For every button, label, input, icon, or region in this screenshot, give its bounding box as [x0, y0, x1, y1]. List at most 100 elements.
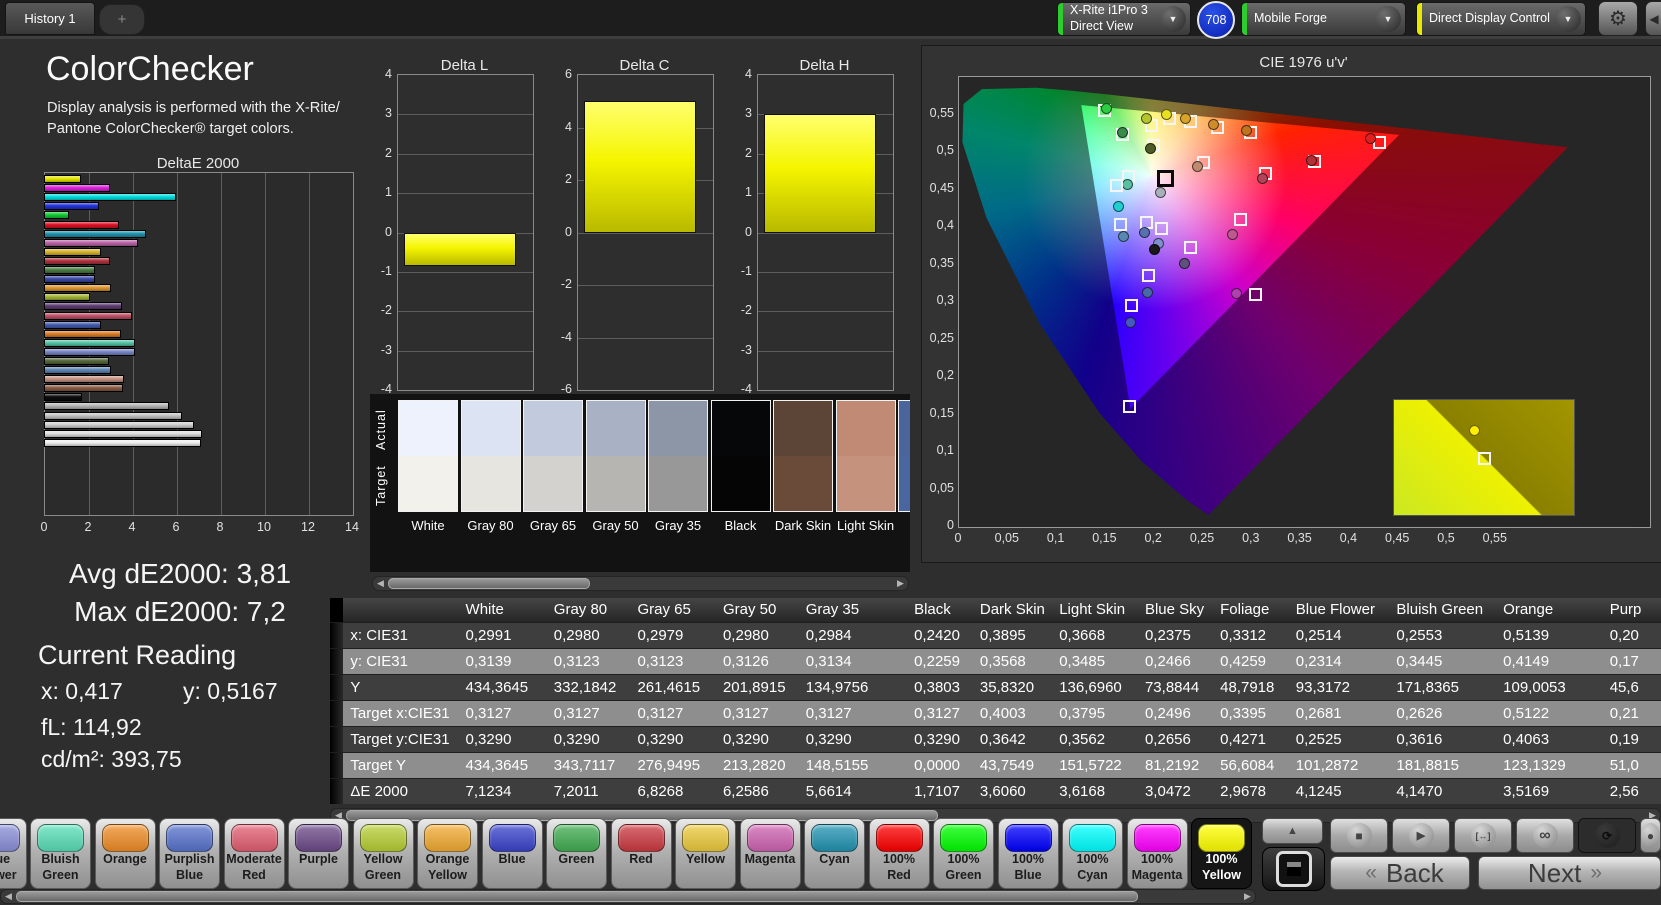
patch-button-blue-flower[interactable]: Blue Flower — [0, 818, 27, 889]
axis-tick-label: 2 — [84, 520, 92, 534]
sync-button[interactable]: ⟳ — [1578, 818, 1636, 853]
table-cell: 0,3445 — [1389, 648, 1497, 675]
scroll-left-icon[interactable]: ◀ — [1, 891, 16, 902]
patch-button-red[interactable]: Red — [610, 818, 672, 889]
table-cell: 0,3803 — [907, 674, 973, 701]
avg-de2000-value: 3,81 — [236, 558, 292, 589]
table-cell: 0,2991 — [458, 622, 547, 649]
table-cell: 7,1234 — [458, 778, 547, 804]
patch-button-moderate-red[interactable]: Moderate Red — [223, 818, 285, 889]
infinity-button[interactable]: ∞ — [1516, 818, 1574, 853]
table-cell: 109,0053 — [1496, 674, 1603, 701]
axis-tick-label: 3 — [745, 106, 752, 121]
swatch-gray-35[interactable] — [648, 400, 708, 512]
next-button[interactable]: Next » — [1478, 856, 1661, 890]
source-dropdown[interactable]: Mobile Forge ▼ — [1241, 2, 1406, 36]
table-cell: 0,3123 — [630, 648, 716, 675]
measurement-table: White Gray 80 Gray 65 Gray 50 Gray 35 Black Da… — [330, 598, 1661, 804]
gridline — [398, 350, 533, 352]
patch-button-yellow-green[interactable]: Yellow Green — [352, 818, 414, 889]
axis-tick-label: -2 — [560, 277, 572, 291]
reading-y: y: 0,5167 — [183, 678, 278, 704]
patch-row-scrollbar[interactable]: ◀ ▶ — [0, 889, 1256, 904]
patch-button-cyan[interactable]: Cyan — [804, 818, 865, 889]
ab-repeat-button[interactable]: [↔] — [1454, 818, 1512, 853]
patch-button-orange-yellow[interactable]: Orange Yellow — [417, 818, 478, 889]
collapse-panel-button[interactable]: ◀ — [1645, 1, 1661, 36]
axis-tick-label: 14 — [345, 520, 359, 534]
table-cell: 0,2980 — [715, 622, 799, 649]
patch-button-100pct-yellow[interactable]: 100% Yellow — [1191, 818, 1252, 889]
patch-button-purple[interactable]: Purple — [288, 818, 349, 889]
patch-button-label: 100% Magenta — [1131, 852, 1183, 882]
deltae-bar — [44, 375, 124, 384]
swatch-dark-skin[interactable] — [773, 400, 833, 512]
swatch-blue[interactable] — [898, 400, 910, 512]
scroll-right-icon[interactable]: ▶ — [893, 578, 908, 589]
table-cell: 0,3668 — [1052, 622, 1138, 649]
swatch-actual — [774, 401, 832, 456]
scrollbar-thumb[interactable] — [388, 578, 590, 589]
patch-button-blue[interactable]: Blue — [481, 818, 543, 889]
scrollbar-thumb[interactable] — [16, 891, 1138, 902]
add-tab-button[interactable]: + — [99, 4, 145, 35]
patch-button-green[interactable]: Green — [546, 818, 607, 889]
collapse-strip-button[interactable]: ▲ — [1262, 818, 1323, 844]
swatch-gray-50[interactable] — [585, 400, 646, 512]
deltae-bar — [44, 175, 82, 184]
table-cell: 0,5122 — [1496, 700, 1603, 727]
tab-history-1[interactable]: History 1 — [5, 2, 95, 35]
patch-button-purplish-blue[interactable]: Purplish Blue — [159, 818, 220, 889]
patch-button-yellow[interactable]: Yellow — [675, 818, 736, 889]
table-row: Target x:CIE31 0,3127 0,3127 0,3127 0,3127 0,… — [330, 700, 1661, 727]
play-button[interactable]: ▶ — [1392, 818, 1450, 853]
deltae-bar — [44, 393, 82, 402]
patch-button-orange[interactable]: Orange — [94, 818, 156, 889]
axis-tick-label: 0,1 — [1046, 531, 1065, 545]
table-cell: 201,8915 — [715, 674, 799, 701]
chevrons-right-icon: » — [1590, 861, 1603, 884]
swatch-white[interactable] — [398, 400, 458, 512]
scroll-right-icon[interactable]: ▶ — [1240, 891, 1255, 902]
patch-button-100pct-blue[interactable]: 100% Blue — [997, 818, 1059, 889]
patch-button-magenta[interactable]: Magenta — [739, 818, 801, 889]
swatch-light-skin[interactable] — [835, 400, 896, 512]
table-cell: 0,4271 — [1213, 726, 1289, 753]
record-button[interactable]: ● — [1640, 818, 1661, 853]
gear-icon[interactable]: ⚙ — [1598, 1, 1638, 36]
swatch-black[interactable] — [710, 400, 771, 512]
patch-button-label: Purplish Blue — [164, 852, 215, 882]
patch-button-100pct-cyan[interactable]: 100% Cyan — [1062, 818, 1123, 889]
swatch-gray-65[interactable] — [523, 400, 583, 512]
pattern-window-button[interactable] — [1262, 847, 1325, 891]
back-button[interactable]: « Back — [1330, 856, 1470, 890]
patch-button-100pct-green[interactable]: 100% Green — [933, 818, 994, 889]
table-cell: 123,1329 — [1496, 752, 1603, 779]
column-header-light-skin: Light Skin — [1052, 598, 1138, 623]
patch-button-label: Blue Flower — [0, 852, 17, 882]
meter-dropdown[interactable]: X-Rite i1Pro 3 Direct View ▼ — [1057, 2, 1191, 36]
row-label-column-header — [343, 598, 459, 623]
patch-button-100pct-red[interactable]: 100% Red — [868, 818, 930, 889]
axis-tick-label: 3 — [385, 106, 392, 121]
table-cell: 0,4003 — [972, 700, 1053, 727]
measurement-count-badge[interactable]: 708 — [1197, 1, 1235, 39]
chevron-down-icon: ▼ — [1375, 6, 1401, 32]
axis-tick-label: 4 — [385, 67, 392, 81]
patch-button-100pct-magenta[interactable]: 100% Magenta — [1126, 818, 1188, 889]
scroll-left-icon[interactable]: ◀ — [373, 578, 388, 589]
table-cell: 0,3395 — [1213, 700, 1289, 727]
stop-button[interactable]: ■ — [1330, 818, 1388, 853]
top-bar: History 1 + X-Rite i1Pro 3 Direct View ▼ … — [0, 0, 1661, 39]
axis-tick-label: 1 — [745, 185, 752, 200]
gridline — [758, 311, 893, 313]
column-header-blue-flower: Blue Flower — [1288, 598, 1390, 623]
display-control-dropdown[interactable]: Direct Display Control ▼ — [1416, 2, 1586, 36]
table-cell: 3,6060 — [972, 778, 1053, 804]
patch-button-bluish-green[interactable]: Bluish Green — [30, 818, 91, 889]
cie-target-marker-white-point — [1156, 170, 1174, 188]
axis-tick-label: 0,2 — [1144, 531, 1162, 545]
swatch-strip-scrollbar[interactable]: ◀ ▶ — [372, 576, 909, 591]
swatch-gray-80[interactable] — [460, 400, 521, 512]
inset-target-square — [1478, 452, 1491, 465]
